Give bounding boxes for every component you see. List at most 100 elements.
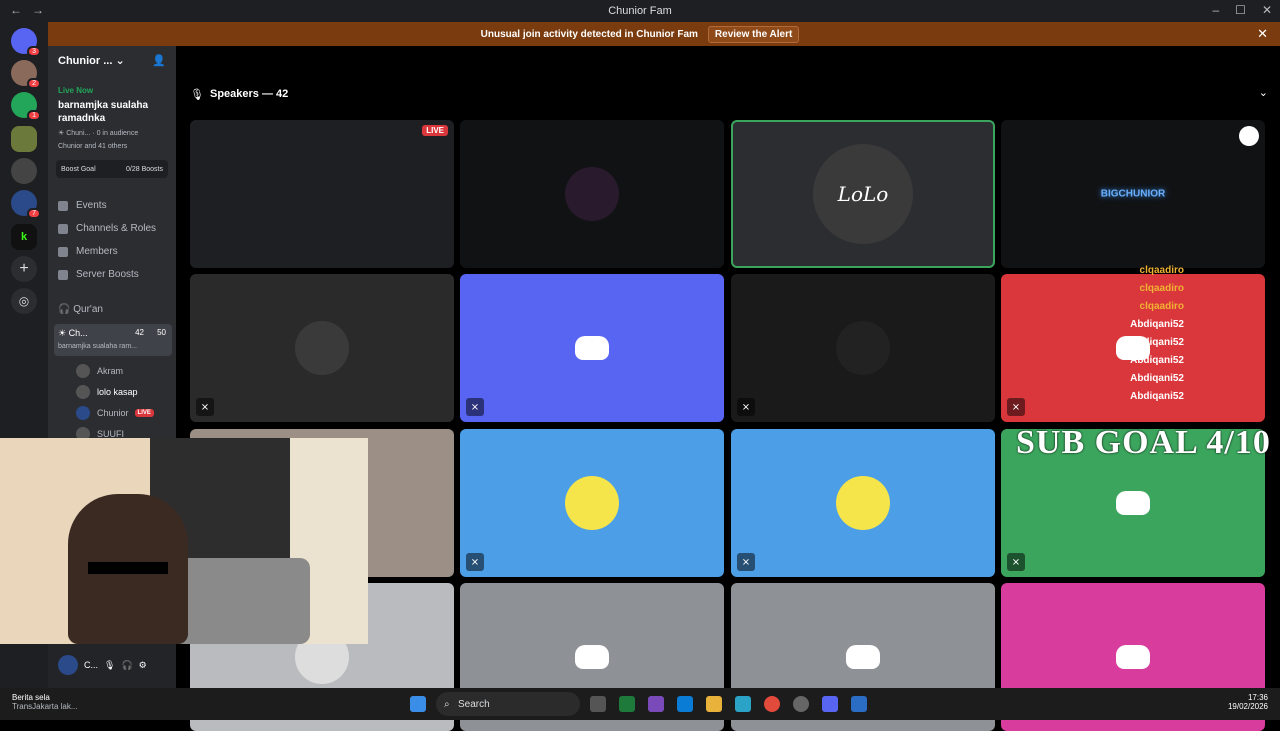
muted-mic-icon: ⨯	[737, 553, 755, 571]
window-controls[interactable]: – ☐ ✕	[1212, 3, 1272, 17]
live-stream-card[interactable]: Live Now barnamjka sualaha ramadnka ☀ Ch…	[58, 86, 168, 150]
channel-category[interactable]: 🎧 Qur'an	[58, 304, 103, 315]
user-name: Akram	[97, 365, 124, 376]
menu-item-channels[interactable]: Channels & Roles	[58, 217, 170, 240]
menu-item-events[interactable]: Events	[58, 194, 170, 217]
close-icon[interactable]: ✕	[1262, 3, 1272, 17]
avatar	[295, 321, 349, 375]
minimize-icon[interactable]: –	[1212, 3, 1219, 17]
avatar	[76, 405, 90, 420]
close-alert-icon[interactable]: ✕	[1257, 26, 1268, 42]
server-icon[interactable]	[11, 158, 37, 184]
speaker-tile[interactable]: BIGCHUNIOR	[1001, 120, 1265, 268]
speaker-tile[interactable]: ⨯	[731, 274, 995, 422]
user-name: Chunior	[97, 407, 129, 418]
boost-icon	[58, 269, 68, 280]
voice-user[interactable]: Akram	[76, 360, 174, 381]
voice-channel-subtitle: barnamjka sualaha ram...	[58, 343, 137, 350]
speakers-heading: Speakers — 42	[210, 88, 289, 100]
server-icon[interactable]: 7	[11, 190, 41, 219]
server-icon[interactable]: 2	[11, 60, 41, 89]
edge-icon[interactable]	[735, 696, 751, 712]
voice-user[interactable]: lolo kasap	[76, 381, 174, 402]
taskbar-search[interactable]: ⌕ Search	[436, 692, 580, 716]
stream-title: barnamjka sualaha ramadnka	[58, 100, 149, 124]
voice-user[interactable]: Chunior LIVE	[76, 402, 174, 423]
server-icon[interactable]: 3	[11, 28, 41, 57]
menu-label: Events	[76, 200, 107, 211]
chat-line: clqaadiro	[1139, 265, 1184, 276]
folder-icon[interactable]	[706, 696, 722, 712]
menu-label: Server Boosts	[76, 269, 139, 280]
app-icon[interactable]	[793, 696, 809, 712]
chat-line: Abdiqani52	[1130, 319, 1184, 330]
server-icon[interactable]: k	[11, 224, 37, 250]
discord-logo-icon	[575, 645, 609, 669]
store-icon[interactable]	[677, 696, 693, 712]
server-icon[interactable]	[11, 126, 37, 152]
voice-users: Akram lolo kasap Chunior LIVE SUUFI	[76, 360, 174, 444]
gear-icon[interactable]: ⚙	[139, 660, 147, 671]
speaker-tile[interactable]: ⨯	[731, 429, 995, 577]
discord-logo-icon	[846, 645, 880, 669]
clock[interactable]: 17:36 19/02/2026	[1228, 693, 1268, 711]
speaker-tile[interactable]: LoLo	[731, 120, 995, 268]
members-icon	[58, 246, 68, 257]
review-alert-button[interactable]: Review the Alert	[707, 25, 800, 43]
search-label: Search	[458, 698, 490, 710]
headphones-icon[interactable]: 🎧	[121, 660, 132, 671]
avatar	[76, 363, 90, 378]
muted-mic-icon: ⨯	[466, 398, 484, 416]
discord-logo-icon	[1116, 491, 1150, 515]
windows-start-icon[interactable]	[410, 696, 426, 712]
chat-line: clqaadiro	[1139, 301, 1184, 312]
chat-line: Abdiqani52	[1130, 355, 1184, 366]
app-icon[interactable]	[648, 696, 664, 712]
speaker-tile[interactable]: ⨯	[460, 274, 724, 422]
discover-icon[interactable]: ◎	[11, 288, 37, 314]
add-server-icon[interactable]: +	[11, 256, 37, 282]
avatar[interactable]	[58, 655, 78, 675]
server-icon[interactable]: 1	[11, 92, 41, 121]
server-header[interactable]: Chunior ... ⌄ 👤	[48, 54, 176, 74]
speaker-tile[interactable]	[460, 120, 724, 268]
live-badge: LIVE	[134, 408, 154, 417]
chevron-down-icon[interactable]: ⌄	[1259, 86, 1268, 99]
speaker-tile[interactable]: ⨯	[190, 274, 454, 422]
live-badge: LIVE	[422, 125, 448, 136]
discord-icon[interactable]	[822, 696, 838, 712]
menu-item-members[interactable]: Members	[58, 240, 170, 263]
excel-icon[interactable]	[619, 696, 635, 712]
news-widget[interactable]: Berita sela TransJakarta lak...	[12, 693, 78, 711]
mic-icon[interactable]: 🎙	[104, 660, 115, 671]
user-name: lolo kasap	[97, 386, 138, 397]
boost-goal-bar[interactable]: Boost Goal 0/28 Boosts	[56, 160, 168, 178]
task-view-icon[interactable]	[590, 696, 606, 712]
title-bar: ← → Chunior Fam – ☐ ✕	[0, 0, 1280, 22]
chat-overlay: clqaadiro clqaadiro clqaadiro Abdiqani52 Abd…	[1034, 262, 1184, 406]
voice-channel[interactable]: ☀ Ch... 42 50 barnamjka sualaha ram...	[54, 324, 172, 356]
window-title: Chunior Fam	[608, 5, 672, 17]
stream-others: Chunior and 41 others	[58, 143, 128, 150]
menu-label: Channels & Roles	[76, 223, 157, 234]
speaker-tile[interactable]: LIVE	[190, 120, 454, 268]
bigchunior-logo: BIGCHUNIOR	[1100, 188, 1166, 200]
avatar	[565, 167, 619, 221]
invite-icon[interactable]: 👤	[152, 54, 166, 67]
maximize-icon[interactable]: ☐	[1235, 3, 1246, 17]
avatar	[836, 321, 890, 375]
user-name: SUUFI	[97, 428, 124, 439]
news-subtitle: TransJakarta lak...	[12, 702, 78, 711]
speaker-tile[interactable]: ⨯	[460, 429, 724, 577]
chrome-icon[interactable]	[764, 696, 780, 712]
muted-mic-icon: ⨯	[737, 398, 755, 416]
camera-icon[interactable]	[1239, 126, 1259, 146]
badge: 1	[27, 110, 41, 121]
user-panel: C... 🎙 🎧 ⚙	[48, 642, 176, 688]
menu-item-boosts[interactable]: Server Boosts	[58, 263, 170, 286]
calendar-icon	[58, 200, 68, 211]
boost-count: 0/28 Boosts	[126, 165, 163, 173]
app-icon[interactable]	[851, 696, 867, 712]
badge: 3	[27, 46, 41, 57]
time: 17:36	[1247, 693, 1268, 702]
